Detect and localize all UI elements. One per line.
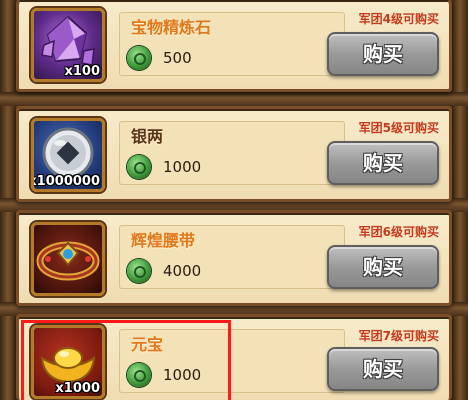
item-price: 1000: [163, 366, 202, 384]
item-price: 1000: [163, 158, 202, 176]
shop-item-row: x1000 元宝 1000 军团7级可购买 购买: [16, 314, 452, 400]
silver-coin-icon[interactable]: x1000000: [31, 118, 105, 192]
purchase-requirement: 军团7级可购买: [358, 329, 439, 343]
jade-token-icon: [127, 46, 151, 70]
shop-item-row: x100 宝物精炼石 500 军团4级可购买 购买: [16, 0, 452, 92]
item-name: 银两: [131, 127, 164, 146]
purple-crystal-icon[interactable]: x100: [31, 8, 105, 82]
item-price: 4000: [163, 262, 202, 280]
purchase-requirement: 军团4级可购买: [358, 12, 439, 26]
item-name: 辉煌腰带: [131, 231, 196, 250]
jade-token-icon: [127, 155, 151, 179]
jade-token-icon: [127, 363, 151, 387]
shop-item-row: x1000000 银两 1000 军团5级可购买 购买: [16, 106, 452, 202]
buy-button[interactable]: 购买: [327, 245, 439, 289]
item-quantity: x1000: [55, 381, 100, 396]
row-divider: [0, 92, 468, 106]
item-name: 宝物精炼石: [131, 18, 212, 37]
item-quantity: x100: [64, 64, 100, 79]
jade-token-icon: [127, 259, 151, 283]
buy-button[interactable]: 购买: [327, 347, 439, 391]
purchase-requirement: 军团5级可购买: [358, 121, 439, 135]
buy-button[interactable]: 购买: [327, 141, 439, 185]
ruby-belt-icon[interactable]: [31, 222, 105, 296]
purchase-requirement: 军团6级可购买: [358, 225, 439, 239]
gold-ingot-icon[interactable]: x1000: [31, 325, 105, 399]
item-quantity: x1000000: [31, 174, 100, 189]
ruby-belt-art: [36, 241, 100, 281]
item-price: 500: [163, 49, 192, 67]
shop-item-row: 辉煌腰带 4000 军团6级可购买 购买: [16, 210, 452, 306]
buy-button[interactable]: 购买: [327, 32, 439, 76]
item-name: 元宝: [131, 335, 164, 354]
